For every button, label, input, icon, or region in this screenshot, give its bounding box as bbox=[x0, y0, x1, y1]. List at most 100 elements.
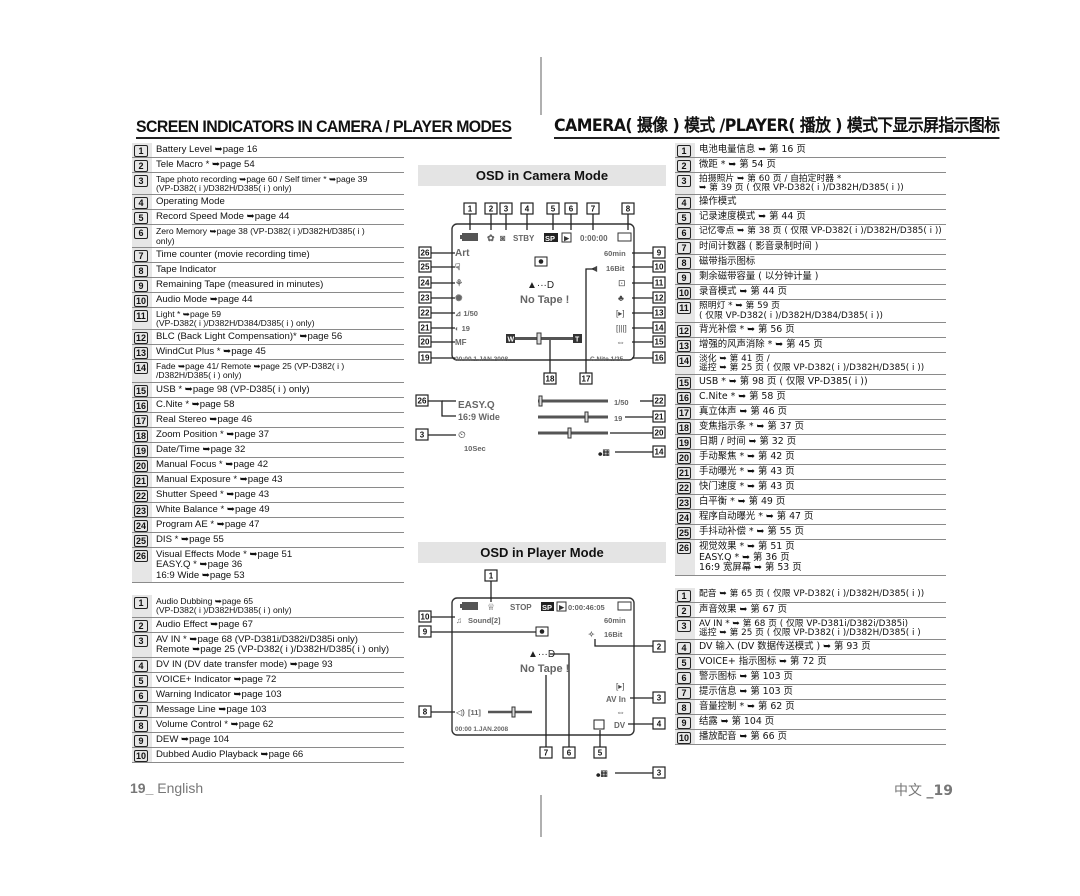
indicator-description: Tape photo recording ➥page 60 / Self tim… bbox=[156, 174, 368, 194]
indicator-number-cell: 3 bbox=[132, 632, 152, 657]
indicator-number: 21 bbox=[134, 474, 149, 487]
callout-number: 18 bbox=[546, 375, 555, 384]
indicator-number: 3 bbox=[677, 619, 691, 632]
indicator-row: 3 AV IN * ➥ 第 68 页 ( 仅限 VP-D381i/D382i/D3… bbox=[675, 617, 946, 641]
indicator-number-cell: 4 bbox=[132, 657, 152, 672]
indicator-number: 3 bbox=[134, 175, 148, 187]
indicator-description: Zero Memory ➥page 38 (VP-D382( i )/D382H… bbox=[156, 226, 365, 246]
indicator-number: 9 bbox=[677, 717, 691, 730]
indicator-row: 19 日期 / 时间 ➥ 第 32 页 bbox=[675, 435, 946, 451]
callout-number: 6 bbox=[567, 749, 572, 758]
shutter-slider-value: 1/50 bbox=[614, 398, 629, 407]
page-gutter-bottom bbox=[540, 795, 542, 837]
indicator-description: 录音模式 ➥ 第 44 页 bbox=[699, 286, 787, 298]
callout-number: 5 bbox=[598, 749, 603, 758]
indicator-row: 10 Dubbed Audio Playback ➥page 66 bbox=[132, 747, 404, 763]
blc-icon: ♣ bbox=[618, 293, 624, 303]
indicator-description: Light * ➥page 59 (VP-D382( i )/D382H/D38… bbox=[156, 308, 315, 329]
indicator-number: 22 bbox=[677, 482, 692, 495]
indicator-number-cell: 19 bbox=[132, 442, 152, 457]
indicator-number-cell: 5 bbox=[675, 655, 695, 670]
indicator-description: Operating Mode bbox=[156, 196, 225, 208]
indicator-number: 7 bbox=[677, 242, 691, 255]
indicator-number: 25 bbox=[134, 534, 149, 547]
indicator-number-cell: 14 bbox=[675, 352, 695, 375]
indicator-number: 7 bbox=[677, 687, 691, 700]
indicator-number: 19 bbox=[677, 437, 692, 450]
tape-icon bbox=[617, 601, 632, 611]
indicator-number-cell: 5 bbox=[132, 210, 152, 225]
indicator-row: 2 Audio Effect ➥page 67 bbox=[132, 617, 404, 633]
indicator-number: 15 bbox=[677, 377, 692, 390]
indicator-number: 2 bbox=[677, 160, 691, 172]
indicator-number: 26 bbox=[677, 542, 692, 555]
indicator-description: DIS * ➥page 55 bbox=[156, 533, 224, 545]
av-in-label: AV In bbox=[606, 695, 626, 704]
indicator-number-cell: 8 bbox=[675, 255, 695, 270]
indicator-row: 15 USB * ➥page 98 (VP-D385( i ) only) bbox=[132, 382, 404, 398]
indicator-row: 4 操作模式 bbox=[675, 195, 946, 211]
indicator-row: 3 Tape photo recording ➥page 60 / Self ti… bbox=[132, 173, 404, 196]
indicator-number-cell: 15 bbox=[132, 382, 152, 397]
callout-number: 15 bbox=[655, 338, 664, 347]
svg-text:W: W bbox=[508, 337, 515, 344]
indicator-row: 26 Visual Effects Mode * ➥page 51 EASY.Q … bbox=[132, 547, 404, 584]
indicator-description: 操作模式 bbox=[699, 196, 737, 208]
osd-camera-title: OSD in Camera Mode bbox=[418, 165, 666, 186]
indicator-number: 13 bbox=[677, 339, 692, 352]
osd-player-diagram: ♕ STOP SP ▶ 0:00:46:05 ♫ Sound[2] 60min … bbox=[418, 569, 666, 779]
cnite-value: C.Nite 1/25 bbox=[590, 356, 624, 363]
indicator-number-cell: 1 bbox=[132, 595, 152, 617]
callout-number: 7 bbox=[591, 205, 596, 214]
indicator-number: 1 bbox=[677, 589, 691, 602]
dv-in-label: DV bbox=[614, 721, 626, 730]
callout-number: 2 bbox=[657, 643, 662, 652]
indicator-description: Zoom Position * ➥page 37 bbox=[156, 428, 270, 440]
indicator-row: 7 时间计数器 ( 影音录制时间 ) bbox=[675, 240, 946, 256]
indicator-row: 6 Zero Memory ➥page 38 (VP-D382( i )/D382… bbox=[132, 225, 404, 248]
callout-number: 8 bbox=[626, 205, 631, 214]
remote-fade-icon: ⦁▦ bbox=[598, 448, 610, 458]
callout-number: 14 bbox=[655, 448, 664, 457]
tele-macro-icon: ✿ bbox=[487, 233, 495, 243]
indicator-number-cell: 20 bbox=[132, 457, 152, 472]
indicator-number-cell: 3 bbox=[675, 617, 695, 640]
callout-number: 6 bbox=[569, 205, 574, 214]
shutter-speed: ⊿ 1/50 bbox=[455, 309, 478, 318]
indicator-row: 9 Remaining Tape (measured in minutes) bbox=[132, 277, 404, 293]
indicator-number-cell: 23 bbox=[675, 495, 695, 510]
indicator-number-cell: 26 bbox=[132, 547, 152, 583]
indicator-row: 8 音量控制 * ➥ 第 62 页 bbox=[675, 700, 946, 716]
warning-eject: ▲···D bbox=[527, 280, 554, 291]
callout-number: 20 bbox=[655, 429, 664, 438]
tape-icon bbox=[617, 232, 632, 242]
indicator-number-cell: 21 bbox=[675, 465, 695, 480]
svg-text:T: T bbox=[575, 337, 580, 344]
indicator-number: 16 bbox=[134, 399, 149, 412]
indicator-number: 1 bbox=[134, 597, 148, 610]
exposure-value: ◐ 19 bbox=[455, 324, 470, 333]
indicator-description: Date/Time ➥page 32 bbox=[156, 443, 246, 455]
indicator-description: Time counter (movie recording time) bbox=[156, 248, 310, 260]
indicator-row: 21 手动曝光 * ➥ 第 43 页 bbox=[675, 465, 946, 481]
indicator-number: 9 bbox=[134, 279, 148, 292]
indicator-number: 8 bbox=[677, 257, 691, 270]
usb-icon: ⇔ bbox=[616, 707, 625, 717]
indicator-number-cell: 19 bbox=[675, 435, 695, 450]
indicator-row: 14 淡化 ➥ 第 41 页 / 遥控 ➥ 第 25 页 ( 仅限 VP-D382… bbox=[675, 352, 946, 376]
indicator-row: 5 Record Speed Mode ➥page 44 bbox=[132, 210, 404, 226]
indicator-number: 23 bbox=[677, 497, 692, 510]
operating-mode: STBY bbox=[513, 234, 535, 243]
indicator-number-cell: 16 bbox=[132, 397, 152, 412]
indicator-number-cell: 2 bbox=[675, 158, 695, 172]
indicator-number: 10 bbox=[134, 294, 149, 307]
indicator-number: 8 bbox=[677, 702, 691, 715]
indicator-row: 13 WindCut Plus * ➥page 45 bbox=[132, 345, 404, 361]
no-tape-message: No Tape ! bbox=[520, 294, 569, 306]
indicator-row: 6 Warning Indicator ➥page 103 bbox=[132, 687, 404, 703]
indicator-number-cell: 25 bbox=[132, 532, 152, 547]
camera-extra-indicators: EASY.Q 16:9 Wide ⏲ 10Sec 1/50 19 ⦁▦ bbox=[458, 395, 629, 458]
indicator-row: 23 White Balance * ➥page 49 bbox=[132, 502, 404, 518]
callout-number: 1 bbox=[489, 572, 494, 581]
indicator-number: 2 bbox=[134, 160, 148, 172]
